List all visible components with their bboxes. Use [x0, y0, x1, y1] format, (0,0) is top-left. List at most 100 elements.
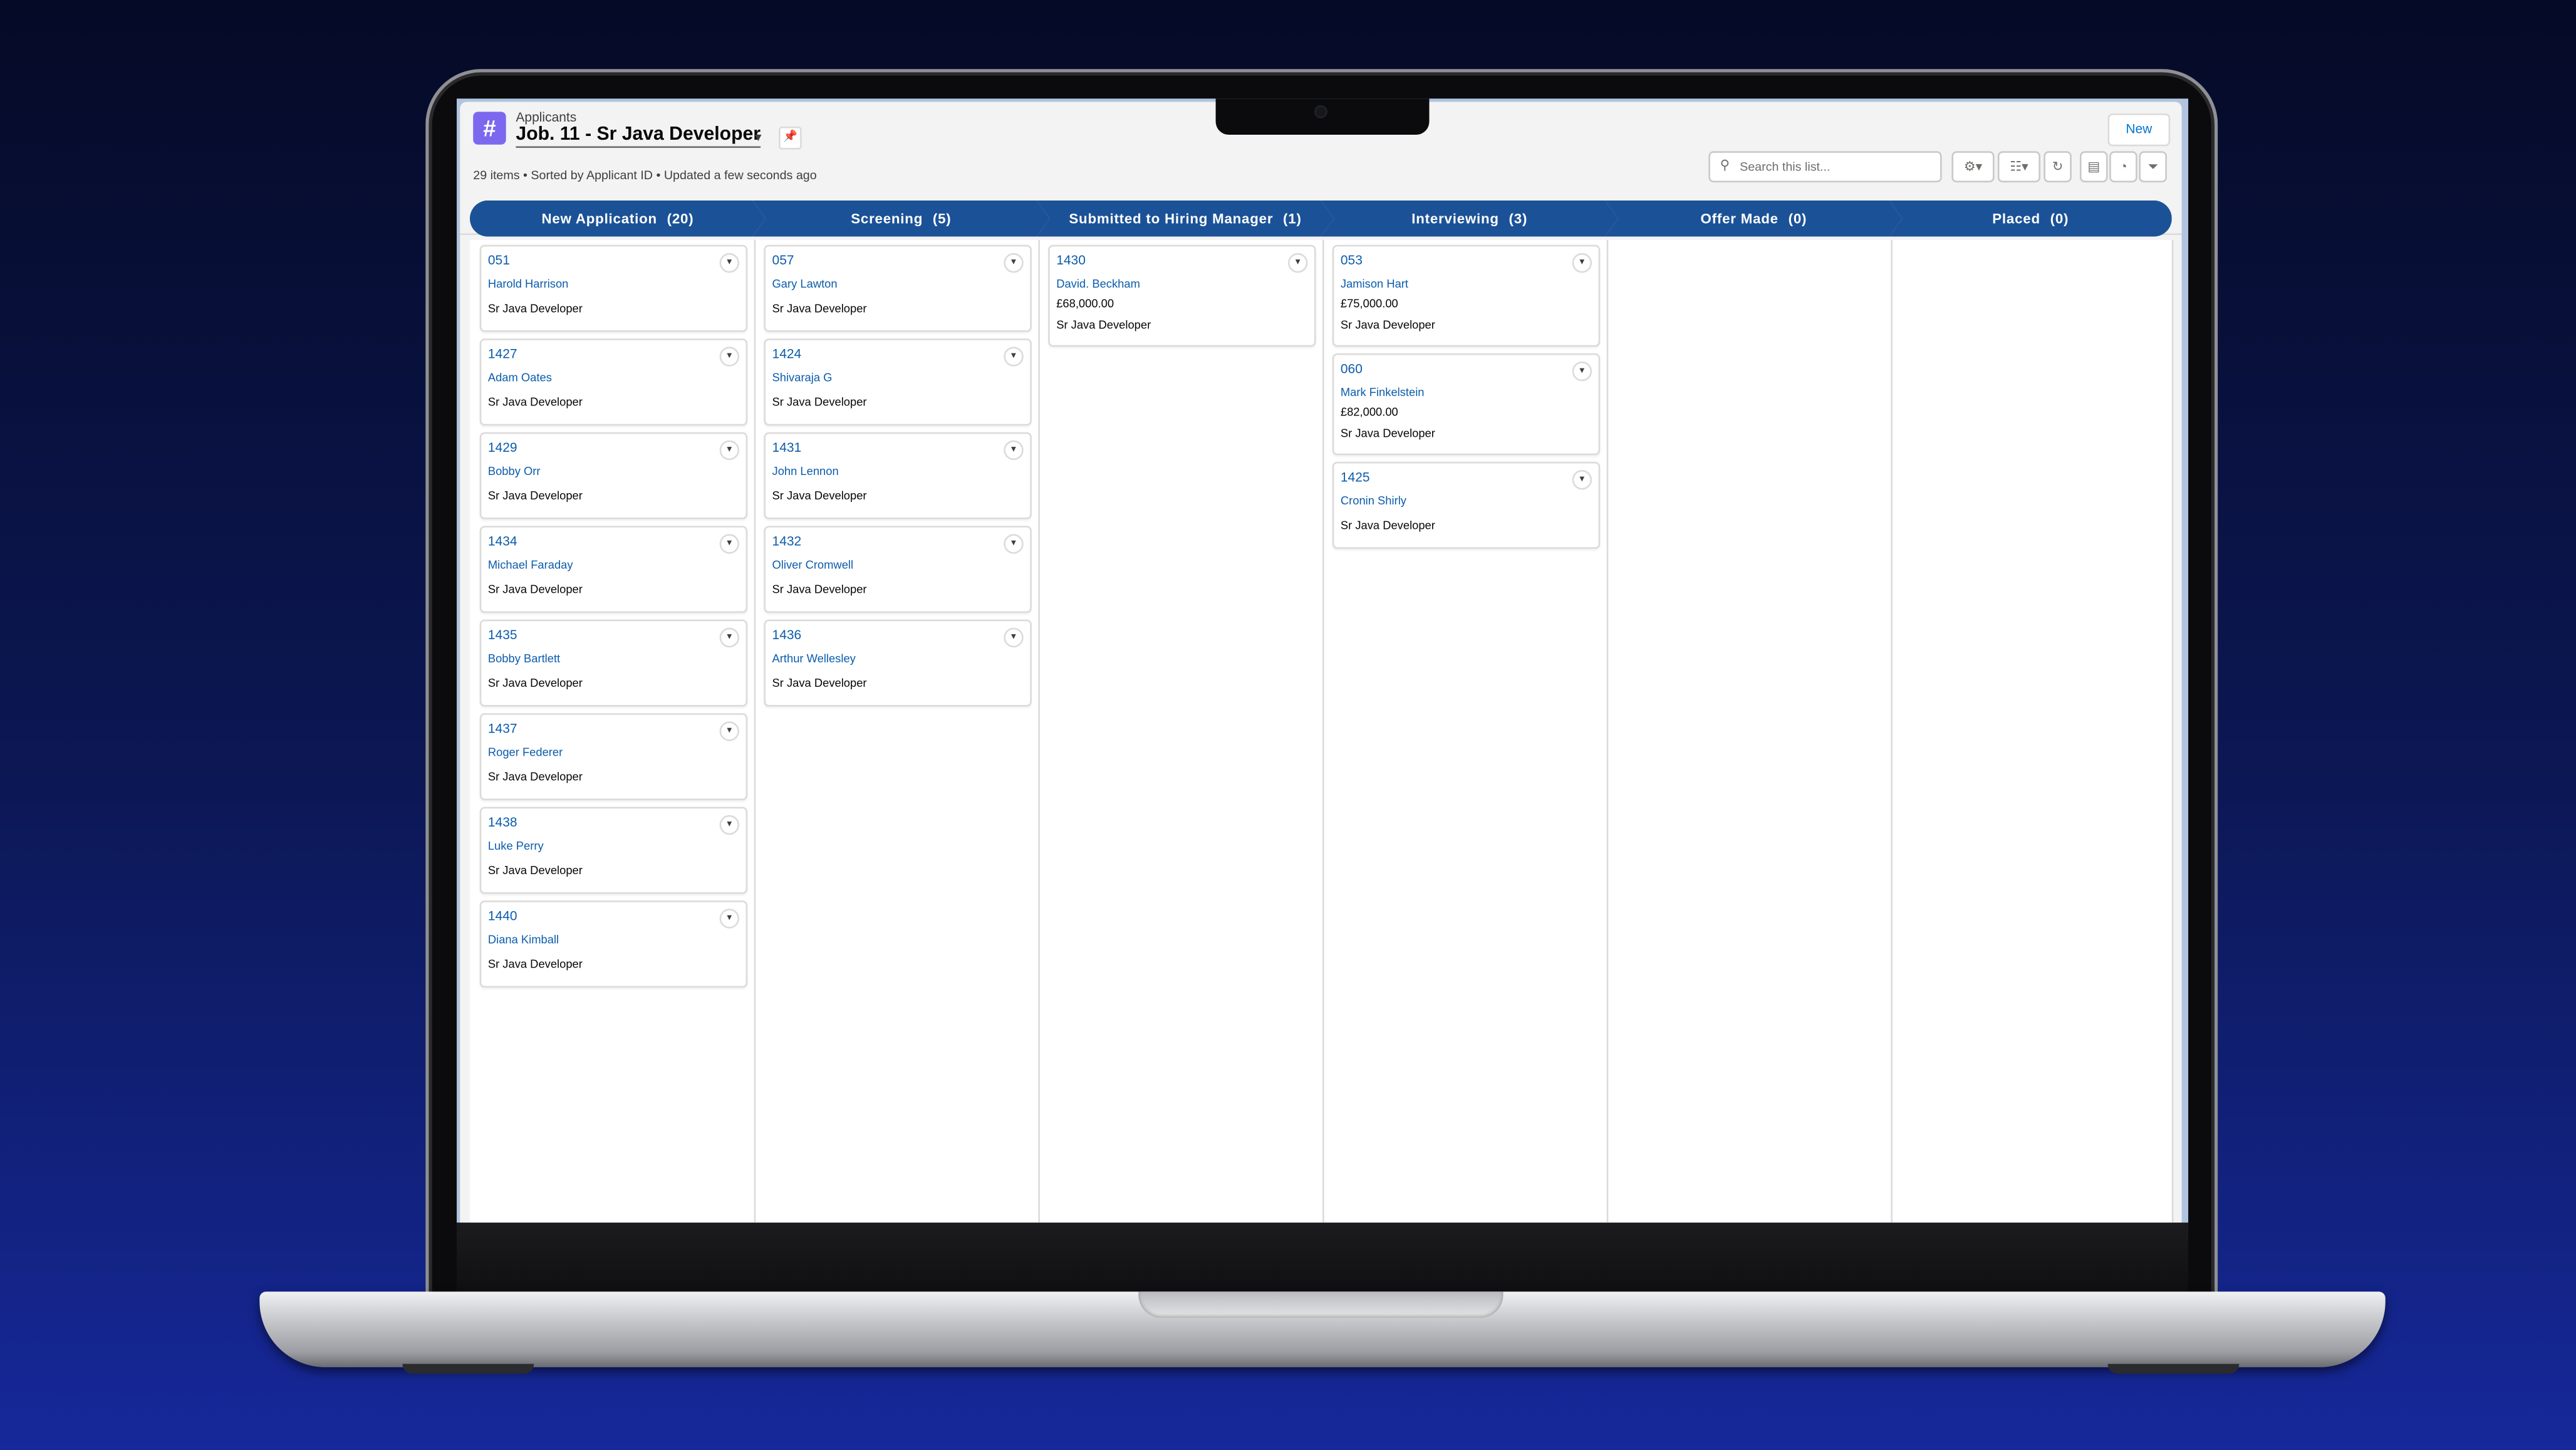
applicant-card[interactable]: 1438 Luke Perry Sr Java Developer ▾ [479, 806, 748, 894]
applicant-id-link[interactable]: 1432 [772, 534, 802, 549]
candidate-name-link[interactable]: John Lennon [772, 467, 839, 478]
stage-new-application[interactable]: New Application (20) [470, 201, 766, 237]
refresh-icon[interactable]: ↻ [2044, 151, 2072, 183]
new-button[interactable]: New [2107, 113, 2171, 147]
display-as-icon[interactable]: ☷▾ [1997, 151, 2041, 183]
chevron-down-icon[interactable]: ▾ [719, 721, 740, 741]
applicant-card[interactable]: 053 Jamison Hart £75,000.00 Sr Java Develop… [1332, 244, 1601, 347]
scene: # Applicants Job. 11 - Sr Java Developer… [0, 0, 2576, 1449]
applicant-card[interactable]: 1430 David. Beckham £68,000.00 Sr Java Deve… [1048, 244, 1316, 347]
laptop-screen: # Applicants Job. 11 - Sr Java Developer… [457, 98, 2189, 1223]
applicant-id-link[interactable]: 1435 [488, 628, 517, 643]
candidate-name-link[interactable]: Roger Federer [488, 748, 563, 759]
column-offer-made [1607, 239, 1893, 1223]
filter-icon[interactable]: ⏷ [2139, 151, 2167, 183]
pin-icon[interactable]: 📌 [779, 126, 802, 150]
applicant-card[interactable]: 1424 Shivaraja G Sr Java Developer ▾ [764, 338, 1032, 426]
applicant-card[interactable]: 1429 Bobby Orr Sr Java Developer ▾ [479, 432, 748, 519]
applicant-card[interactable]: 057 Gary Lawton Sr Java Developer ▾ [764, 244, 1032, 332]
candidate-name-link[interactable]: Arthur Wellesley [772, 654, 856, 665]
settings-icon[interactable]: ⚙▾ [1951, 151, 1995, 183]
chevron-down-icon[interactable]: ▾ [749, 128, 767, 147]
candidate-name-link[interactable]: Shivaraja G [772, 373, 833, 384]
candidate-name-link[interactable]: Michael Faraday [488, 560, 573, 571]
applicant-id-link[interactable]: 1430 [1056, 253, 1086, 268]
chevron-down-icon[interactable]: ▾ [1004, 440, 1024, 461]
applicant-id-link[interactable]: 1434 [488, 534, 517, 549]
applicant-id-link[interactable]: 1440 [488, 909, 517, 924]
chevron-down-icon[interactable]: ▾ [719, 815, 740, 835]
chevron-down-icon[interactable]: ▾ [719, 253, 740, 273]
candidate-name-link[interactable]: Gary Lawton [772, 279, 838, 291]
job-role: Sr Java Developer [1340, 429, 1435, 441]
applicant-card[interactable]: 1435 Bobby Bartlett Sr Java Developer ▾ [479, 619, 748, 707]
candidate-name-link[interactable]: Adam Oates [488, 373, 552, 384]
job-role: Sr Java Developer [1340, 521, 1435, 533]
applicant-id-link[interactable]: 053 [1341, 253, 1363, 268]
applicant-card[interactable]: 060 Mark Finkelstein £82,000.00 Sr Java Dev… [1332, 353, 1601, 456]
candidate-name-link[interactable]: Diana Kimball [488, 935, 559, 946]
chevron-down-icon[interactable]: ▾ [1004, 534, 1024, 554]
chevron-down-icon[interactable]: ▾ [719, 347, 740, 367]
chevron-down-icon[interactable]: ▾ [1572, 470, 1592, 490]
applicant-card[interactable]: 1434 Michael Faraday Sr Java Developer ▾ [479, 526, 748, 613]
laptop-foot-left [402, 1364, 534, 1374]
stage-submitted-to-hiring-manager[interactable]: Submitted to Hiring Manager (1) [1037, 201, 1334, 237]
stage-placed[interactable]: Placed (0) [1889, 200, 2172, 237]
chevron-down-icon[interactable]: ▾ [719, 627, 740, 648]
candidate-name-link[interactable]: David. Beckham [1056, 279, 1140, 291]
column-submitted-to-hiring-manager: 1430 David. Beckham £68,000.00 Sr Java Deve… [1038, 239, 1324, 1223]
candidate-name-link[interactable]: Jamison Hart [1341, 279, 1408, 291]
applicant-card[interactable]: 1437 Roger Federer Sr Java Developer ▾ [479, 713, 748, 801]
applicant-id-link[interactable]: 1431 [772, 441, 802, 456]
candidate-name-link[interactable]: Oliver Cromwell [772, 560, 854, 571]
edit-list-icon[interactable]: ▤ [2079, 151, 2108, 183]
candidate-name-link[interactable]: Bobby Bartlett [488, 654, 560, 665]
search-input[interactable] [1740, 154, 1934, 178]
search-box[interactable]: ⚲ [1708, 151, 1942, 183]
job-role: Sr Java Developer [487, 397, 583, 409]
chevron-down-icon[interactable]: ▾ [1004, 347, 1024, 367]
applicant-id-link[interactable]: 1424 [772, 347, 802, 362]
chevron-down-icon[interactable]: ▾ [1572, 253, 1592, 273]
applicant-card[interactable]: 1436 Arthur Wellesley Sr Java Developer ▾ [764, 619, 1032, 707]
applicant-card[interactable]: 1425 Cronin Shirly Sr Java Developer ▾ [1332, 461, 1601, 549]
list-view-title[interactable]: Job. 11 - Sr Java Developer [516, 125, 761, 149]
job-role: Sr Java Developer [772, 304, 867, 316]
candidate-name-link[interactable]: Bobby Orr [488, 467, 541, 478]
chevron-down-icon[interactable]: ▾ [1287, 253, 1308, 273]
applicant-id-link[interactable]: 1438 [488, 815, 517, 830]
applicant-id-link[interactable]: 1437 [488, 721, 517, 736]
applicant-card[interactable]: 1431 John Lennon Sr Java Developer ▾ [764, 432, 1032, 519]
stage-interviewing[interactable]: Interviewing (3) [1321, 201, 1618, 237]
candidate-name-link[interactable]: Cronin Shirly [1341, 496, 1406, 508]
applicant-card[interactable]: 1427 Adam Oates Sr Java Developer ▾ [479, 338, 748, 426]
chevron-down-icon[interactable]: ▾ [1004, 627, 1024, 648]
chevron-down-icon[interactable]: ▾ [719, 909, 740, 929]
stage-screening[interactable]: Screening (5) [752, 201, 1050, 237]
applicant-id-link[interactable]: 1425 [1341, 470, 1370, 485]
stage-offer-made[interactable]: Offer Made (0) [1605, 201, 1903, 237]
applicant-id-link[interactable]: 1429 [488, 441, 517, 456]
applicant-id-link[interactable]: 051 [488, 253, 510, 268]
stage-path: New Application (20) Screening (5) Submitt… [470, 200, 2172, 237]
applicant-id-link[interactable]: 1427 [488, 347, 517, 362]
applicant-id-link[interactable]: 057 [772, 253, 794, 268]
applicant-card[interactable]: 1432 Oliver Cromwell Sr Java Developer ▾ [764, 526, 1032, 613]
job-role: Sr Java Developer [772, 397, 867, 409]
chevron-down-icon[interactable]: ▾ [719, 440, 740, 461]
candidate-name-link[interactable]: Harold Harrison [488, 279, 569, 291]
chevron-down-icon[interactable]: ▾ [1004, 253, 1024, 273]
applicant-id-link[interactable]: 1436 [772, 628, 802, 643]
applicant-card[interactable]: 1440 Diana Kimball Sr Java Developer ▾ [479, 900, 748, 988]
chevron-down-icon[interactable]: ▾ [719, 534, 740, 554]
chevron-down-icon[interactable]: ▾ [1572, 361, 1592, 382]
candidate-name-link[interactable]: Luke Perry [488, 842, 544, 853]
job-role: Sr Java Developer [487, 866, 583, 878]
applicants-object-icon: # [473, 112, 506, 145]
applicant-card[interactable]: 051 Harold Harrison Sr Java Developer ▾ [479, 244, 748, 332]
applicant-id-link[interactable]: 060 [1341, 362, 1363, 377]
candidate-name-link[interactable]: Mark Finkelstein [1341, 388, 1425, 399]
object-label: Applicants [516, 110, 577, 125]
charts-icon[interactable]: ◔ [2109, 151, 2137, 183]
